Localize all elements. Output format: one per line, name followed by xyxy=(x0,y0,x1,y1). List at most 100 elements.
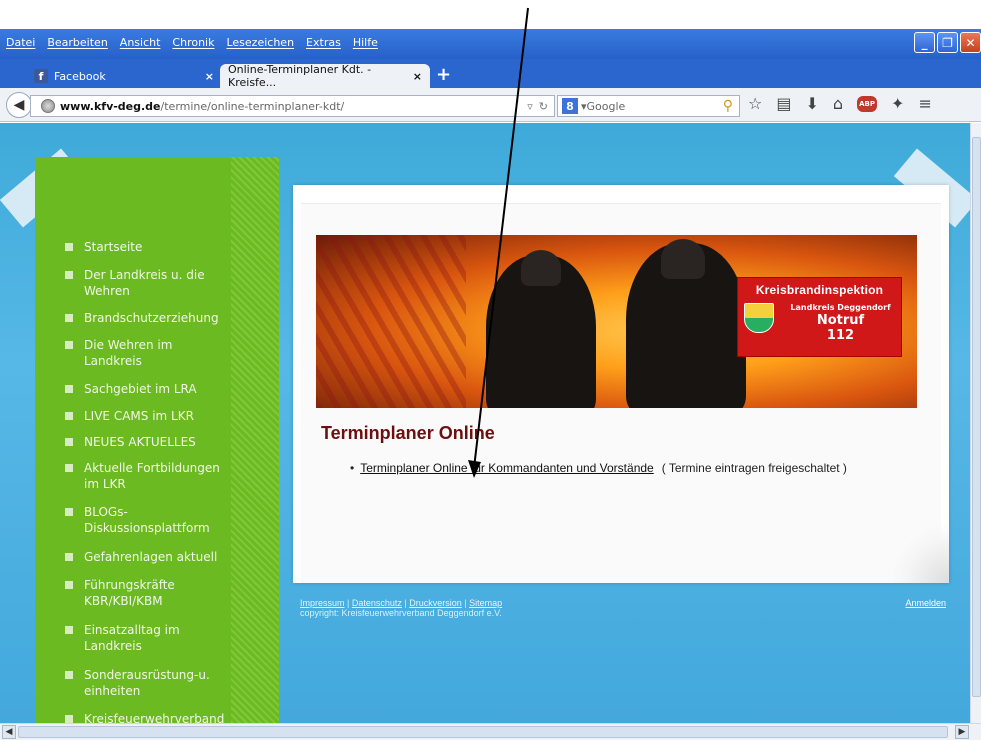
coat-of-arms-icon xyxy=(744,303,774,333)
scroll-right-button[interactable]: ▶ xyxy=(955,725,969,739)
bullet-icon xyxy=(65,438,73,446)
close-window-button[interactable]: ✕ xyxy=(960,32,981,53)
sidebar-item-label: LIVE CAMS im LKR xyxy=(84,409,194,423)
vertical-scrollbar[interactable] xyxy=(970,123,981,723)
search-bar[interactable]: 8 ▾ Google ⚲ xyxy=(557,95,740,117)
footer-link-impressum[interactable]: Impressum xyxy=(300,598,345,608)
horizontal-scroll-thumb[interactable] xyxy=(18,726,948,738)
bullet-icon xyxy=(65,243,73,251)
menu-view[interactable]: Ansicht xyxy=(120,36,161,49)
sidebar-item-sachgebiet[interactable]: Sachgebiet im LRA xyxy=(65,381,225,397)
menu-help[interactable]: Hilfe xyxy=(353,36,378,49)
new-tab-button[interactable]: + xyxy=(436,64,451,85)
scroll-left-button[interactable]: ◀ xyxy=(2,725,16,739)
footer-links: Impressum | Datenschutz | Druckversion |… xyxy=(300,598,503,608)
badge-lines: Landkreis Deggendorf Notruf 112 xyxy=(780,303,901,343)
sidebar-item-landkreis[interactable]: Der Landkreis u. die Wehren xyxy=(65,267,225,299)
tab-close-button[interactable]: × xyxy=(205,70,214,83)
terminplaner-link[interactable]: Terminplaner Online für Kommandanten und… xyxy=(360,461,654,475)
browser-window: Datei Bearbeiten Ansicht Chronik Lesezei… xyxy=(0,0,981,740)
restore-button[interactable]: ❐ xyxy=(937,32,958,53)
bullet-icon xyxy=(65,626,73,634)
sidebar: Startseite Der Landkreis u. die Wehren B… xyxy=(35,157,279,723)
sidebar-item-gefahrenlagen[interactable]: Gefahrenlagen aktuell xyxy=(65,549,225,565)
sidebar-item-label: Startseite xyxy=(84,240,143,254)
bullet-icon xyxy=(65,464,73,472)
bullet-icon xyxy=(65,671,73,679)
url-bar[interactable]: www.kfv-deg.de /termine/online-terminpla… xyxy=(30,95,555,117)
page-curl xyxy=(889,523,949,583)
sidebar-item-label: Gefahrenlagen aktuell xyxy=(84,550,218,564)
sidebar-item-label: Sonderausrüstung-u. einheiten xyxy=(84,668,210,698)
bullet-icon xyxy=(65,581,73,589)
sidebar-item-fuehrungskraefte[interactable]: Führungskräfte KBR/KBI/KBM xyxy=(65,577,225,609)
kreisbrandinspektion-badge: Kreisbrandinspektion Landkreis Deggendor… xyxy=(737,277,902,357)
sidebar-item-label: Brandschutzerziehung xyxy=(84,311,219,325)
bullet-icon xyxy=(65,412,73,420)
horizontal-scrollbar[interactable]: ◀ ▶ xyxy=(0,723,981,740)
reload-icon[interactable]: ↻ xyxy=(539,100,548,113)
sidebar-item-label: Der Landkreis u. die Wehren xyxy=(84,268,205,298)
download-icon[interactable]: ⬇ xyxy=(805,94,818,113)
sidebar-item-blogs[interactable]: BLOGs-Diskussionsplattform xyxy=(65,504,225,536)
bullet-icon xyxy=(65,508,73,516)
sidebar-item-label: Die Wehren im Landkreis xyxy=(84,338,173,368)
login-link[interactable]: Anmelden xyxy=(905,598,946,608)
sidebar-item-neues[interactable]: NEUES AKTUELLES xyxy=(65,434,225,450)
menu-tools[interactable]: Extras xyxy=(306,36,341,49)
tab-close-button[interactable]: × xyxy=(413,70,422,83)
content-panel: Kreisbrandinspektion Landkreis Deggendor… xyxy=(293,185,949,583)
extension-icon[interactable]: ✦ xyxy=(891,94,904,113)
helmet-icon xyxy=(521,250,561,286)
bullet-icon xyxy=(65,553,73,561)
toolbar-icons: ☆ ▤ ⬇ ⌂ ABP ✦ ≡ xyxy=(748,94,932,113)
window-controls: _ ❐ ✕ xyxy=(914,32,981,53)
sidebar-item-startseite[interactable]: Startseite xyxy=(65,239,225,255)
footer-copyright: copyright: Kreisfeuerwehrverband Deggend… xyxy=(300,608,502,618)
sidebar-item-wehren[interactable]: Die Wehren im Landkreis xyxy=(65,337,225,369)
tab-label: Facebook xyxy=(54,69,106,83)
globe-icon xyxy=(41,99,55,113)
sidebar-stripes xyxy=(231,157,279,723)
adblock-icon[interactable]: ABP xyxy=(857,95,878,112)
sidebar-item-kreisfeuerwehrverband[interactable]: Kreisfeuerwehrverband xyxy=(65,711,225,723)
menu-edit[interactable]: Bearbeiten xyxy=(47,36,107,49)
badge-subtitle: Landkreis Deggendorf xyxy=(790,303,891,312)
bullet-icon xyxy=(65,341,73,349)
minimize-button[interactable]: _ xyxy=(914,32,935,53)
menu-file[interactable]: Datei xyxy=(6,36,35,49)
sidebar-item-sonderausruestung[interactable]: Sonderausrüstung-u. einheiten xyxy=(65,667,225,699)
menu-history[interactable]: Chronik xyxy=(172,36,214,49)
bullet-icon xyxy=(65,271,73,279)
bullet-icon: • xyxy=(350,461,355,475)
menu-icon[interactable]: ≡ xyxy=(918,94,931,113)
back-button[interactable]: ◀ xyxy=(6,92,32,118)
menu-bookmarks[interactable]: Lesezeichen xyxy=(226,36,294,49)
link-note: ( Termine eintragen freigeschaltet ) xyxy=(661,461,847,475)
menu-bar: Datei Bearbeiten Ansicht Chronik Lesezei… xyxy=(0,29,390,55)
sidebar-item-live-cams[interactable]: LIVE CAMS im LKR xyxy=(65,408,225,424)
search-placeholder: Google xyxy=(586,99,626,113)
bullet-icon xyxy=(65,715,73,723)
magnifier-icon[interactable]: ⚲ xyxy=(723,98,733,114)
tab-facebook[interactable]: f Facebook × xyxy=(26,64,222,88)
vertical-scroll-thumb[interactable] xyxy=(972,137,981,697)
tab-label: Online-Terminplaner Kdt. - Kreisfe... xyxy=(228,63,372,89)
star-icon[interactable]: ☆ xyxy=(748,94,762,113)
badge-row: Landkreis Deggendorf Notruf 112 xyxy=(738,303,901,343)
footer-link-datenschutz[interactable]: Datenschutz xyxy=(352,598,402,608)
sidebar-item-einsatzalltag[interactable]: Einsatzalltag im Landkreis xyxy=(65,622,225,654)
url-tools: ▿ ↻ xyxy=(527,100,554,113)
dropdown-arrow-icon[interactable]: ▿ xyxy=(527,100,533,113)
search-engine-icon[interactable]: 8 xyxy=(562,98,578,114)
badge-notruf: Notruf xyxy=(816,313,865,328)
url-path: /termine/online-terminplaner-kdt/ xyxy=(160,99,345,113)
footer-link-sitemap[interactable]: Sitemap xyxy=(469,598,502,608)
footer-link-druckversion[interactable]: Druckversion xyxy=(409,598,462,608)
home-icon[interactable]: ⌂ xyxy=(833,94,843,113)
bullet-icon xyxy=(65,314,73,322)
tab-terminplaner[interactable]: Online-Terminplaner Kdt. - Kreisfe... × xyxy=(220,63,430,89)
reading-list-icon[interactable]: ▤ xyxy=(776,94,791,113)
sidebar-item-brandschutzerziehung[interactable]: Brandschutzerziehung xyxy=(65,310,225,326)
sidebar-item-fortbildungen[interactable]: Aktuelle Fortbildungen im LKR xyxy=(65,460,225,492)
